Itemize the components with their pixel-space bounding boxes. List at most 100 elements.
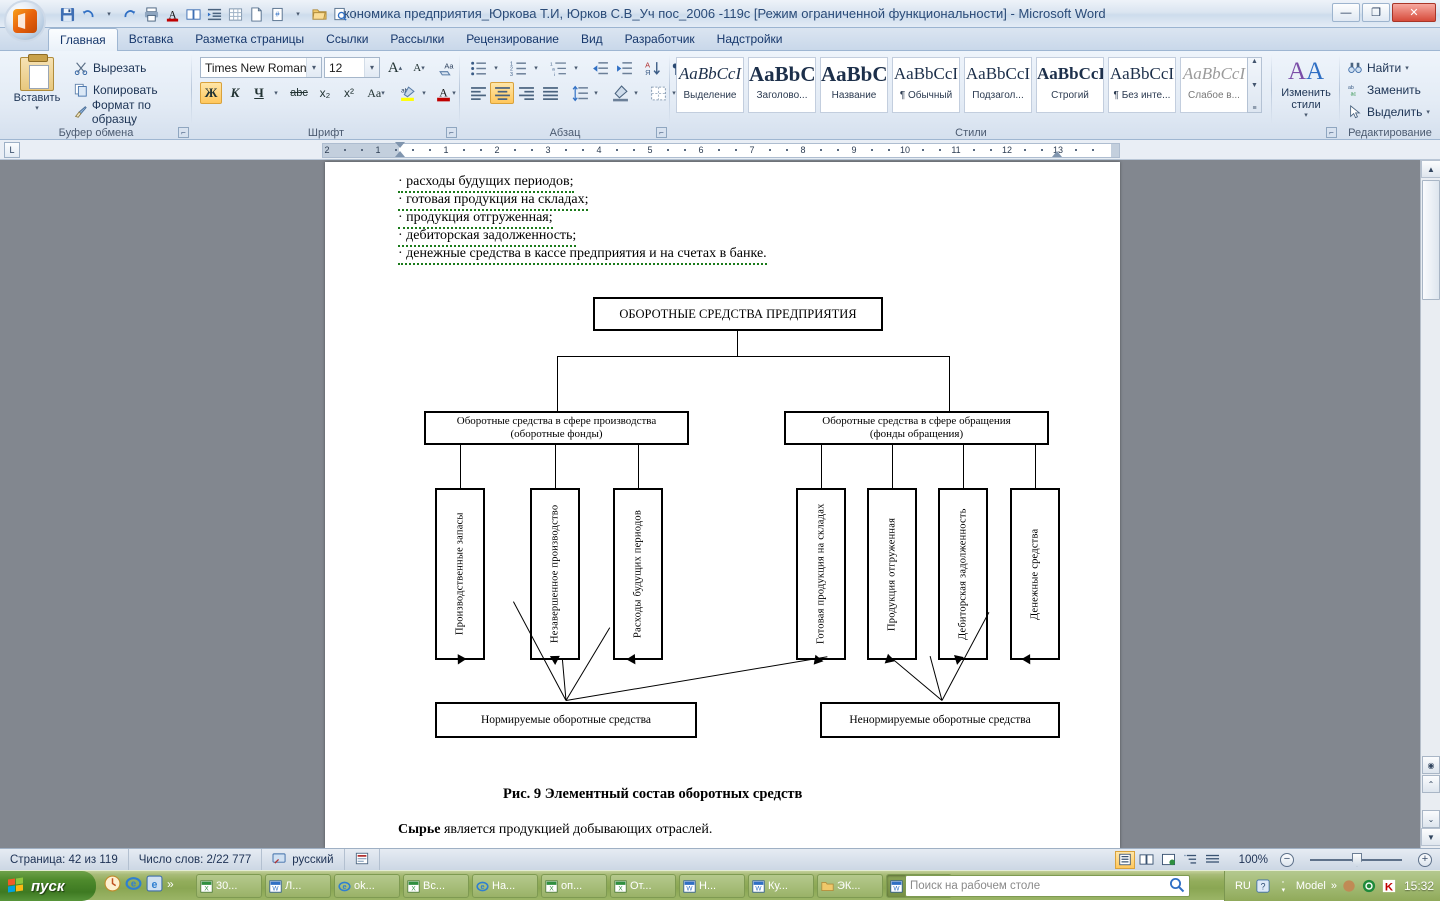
chevron-down-icon[interactable]: ▾ (306, 58, 321, 77)
antivirus-shield-icon[interactable] (1362, 879, 1377, 894)
show-desktop-icon[interactable] (104, 875, 121, 892)
model-indicator[interactable]: Model (1296, 880, 1326, 892)
zoom-slider-handle[interactable] (1352, 852, 1362, 867)
style-item-5[interactable]: AaBbCcI Строгий (1036, 57, 1104, 113)
font-name-combobox[interactable]: Times New Roman ▾ (200, 57, 322, 78)
subscript-button[interactable]: x₂ (314, 82, 336, 104)
full-screen-reading-view-button[interactable] (1137, 851, 1157, 869)
line-spacing-dropdown-button[interactable]: ▾ (590, 82, 602, 104)
tab-page-layout[interactable]: Разметка страницы (184, 28, 315, 51)
style-item-1[interactable]: AaBbC Заголово... (748, 57, 816, 113)
close-button[interactable]: ✕ (1392, 3, 1436, 22)
select-browse-object-button[interactable]: ◉ (1422, 756, 1440, 774)
shrink-font-button[interactable]: A ▾ (408, 57, 430, 79)
copy-button[interactable]: Копировать (72, 80, 158, 100)
change-styles-dropdown-icon[interactable]: ▾ (1272, 111, 1340, 119)
bullets-dropdown-button[interactable]: ▾ (490, 57, 502, 79)
undo-icon[interactable] (78, 4, 98, 24)
task-button-6[interactable]: X От... (610, 874, 676, 898)
numbering-button[interactable]: 123 (506, 57, 530, 79)
align-center-button[interactable] (490, 82, 514, 104)
web-layout-view-button[interactable] (1159, 851, 1179, 869)
superscript-button[interactable]: x² (338, 82, 360, 104)
previous-page-button[interactable]: ⌃ (1422, 775, 1440, 793)
tab-stop-selector[interactable]: L (4, 142, 20, 158)
font-dialog-launcher[interactable]: ⌐ (446, 127, 457, 138)
replace-button[interactable]: ab ac Заменить (1346, 79, 1421, 100)
numbering-dropdown-button[interactable]: ▾ (530, 57, 542, 79)
maximize-button[interactable]: ❐ (1362, 3, 1390, 22)
start-button[interactable]: пуск (0, 871, 96, 901)
indent-icon[interactable] (204, 4, 224, 24)
increase-indent-button[interactable] (612, 57, 636, 79)
cut-button[interactable]: Вырезать (72, 58, 146, 78)
line-spacing-button[interactable] (568, 82, 592, 104)
styles-dialog-launcher[interactable]: ⌐ (1326, 127, 1337, 138)
tab-review[interactable]: Рецензирование (455, 28, 570, 51)
underline-button[interactable]: Ч (248, 82, 270, 104)
font-size-combobox[interactable]: 12 ▾ (324, 57, 380, 78)
tab-addins[interactable]: Надстройки (706, 28, 794, 51)
kaspersky-icon[interactable]: K (1382, 879, 1397, 894)
select-dropdown-icon[interactable]: ▾ (1426, 108, 1430, 116)
right-indent-marker[interactable] (1052, 151, 1062, 157)
style-item-0[interactable]: AaBbCcI Выделение (676, 57, 744, 113)
horizontal-ruler[interactable]: L 2 1 1 2 3 4 5 6 7 8 9 10 11 12 13 (0, 140, 1440, 160)
next-page-button[interactable]: ⌄ (1422, 810, 1440, 828)
tab-developer[interactable]: Разработчик (614, 28, 706, 51)
bold-button[interactable]: Ж (200, 82, 222, 104)
scroll-up-icon[interactable]: ▲ (1251, 58, 1258, 65)
status-proofing-errors[interactable] (345, 848, 380, 871)
shading-button[interactable] (608, 82, 632, 104)
clear-formatting-button[interactable]: Aa (434, 57, 458, 79)
scroll-up-icon[interactable]: ▲ (1421, 160, 1440, 178)
page-number-dropdown-icon[interactable]: ▾ (288, 4, 308, 24)
status-word-count[interactable]: Число слов: 2/22 777 (129, 848, 263, 871)
font-color-icon[interactable]: A (162, 4, 182, 24)
scroll-down-icon[interactable]: ▼ (1421, 828, 1440, 846)
first-line-indent-marker[interactable] (395, 142, 405, 148)
shading-dropdown-button[interactable]: ▾ (630, 82, 642, 104)
zoom-level-label[interactable]: 100% (1239, 854, 1268, 866)
tab-references[interactable]: Ссылки (315, 28, 379, 51)
multilevel-dropdown-button[interactable]: ▾ (570, 57, 582, 79)
vertical-scrollbar[interactable]: ▲ ◉ ⌃ ⌄ ▼ (1420, 160, 1440, 848)
book-icon[interactable] (183, 4, 203, 24)
change-styles-button[interactable]: AA Изменить стили ▾ (1272, 57, 1340, 119)
save-icon[interactable] (57, 4, 77, 24)
justify-button[interactable] (538, 82, 562, 104)
table-icon[interactable] (225, 4, 245, 24)
open-folder-icon[interactable] (309, 4, 329, 24)
format-painter-button[interactable]: Формат по образцу (72, 98, 192, 126)
language-indicator[interactable]: RU (1235, 880, 1251, 892)
chevron-down-icon[interactable]: ▾ (364, 58, 379, 77)
print-preview-icon[interactable] (330, 4, 350, 24)
align-left-button[interactable] (466, 82, 490, 104)
multilevel-list-button[interactable]: 1ai (546, 57, 570, 79)
internet-explorer-2-icon[interactable]: e (146, 875, 163, 892)
task-button-4[interactable]: e На... (472, 874, 538, 898)
paste-button[interactable]: Вставить ▾ (8, 54, 66, 119)
styles-gallery-scrollbar[interactable]: ▲ ▼ ≡ (1247, 57, 1262, 113)
task-button-9[interactable]: ЭК... (817, 874, 883, 898)
status-page[interactable]: Страница: 42 из 119 (0, 848, 129, 871)
new-document-icon[interactable] (246, 4, 266, 24)
underline-dropdown-button[interactable]: ▾ (270, 82, 282, 104)
scrollbar-thumb[interactable] (1422, 180, 1440, 300)
help-icon[interactable]: ? (1256, 879, 1271, 894)
customize-quick-access-icon[interactable]: ⌄ (359, 4, 379, 24)
hanging-indent-marker[interactable] (395, 151, 405, 157)
zoom-slider[interactable] (1296, 851, 1416, 869)
strikethrough-button[interactable]: abc (286, 82, 312, 104)
internet-explorer-icon[interactable]: e (125, 875, 142, 892)
task-button-0[interactable]: X 30... (196, 874, 262, 898)
grow-font-button[interactable]: A ▴ (384, 57, 406, 79)
print-layout-view-button[interactable] (1114, 850, 1135, 869)
draft-view-button[interactable] (1203, 851, 1223, 869)
paragraph-dialog-launcher[interactable]: ⌐ (656, 127, 667, 138)
task-button-5[interactable]: X оп... (541, 874, 607, 898)
zoom-out-button[interactable]: − (1280, 852, 1294, 867)
tab-home[interactable]: Главная (48, 28, 118, 52)
office-button[interactable] (4, 0, 46, 42)
document-page[interactable]: · расходы будущих периодов; · готовая пр… (325, 162, 1120, 848)
